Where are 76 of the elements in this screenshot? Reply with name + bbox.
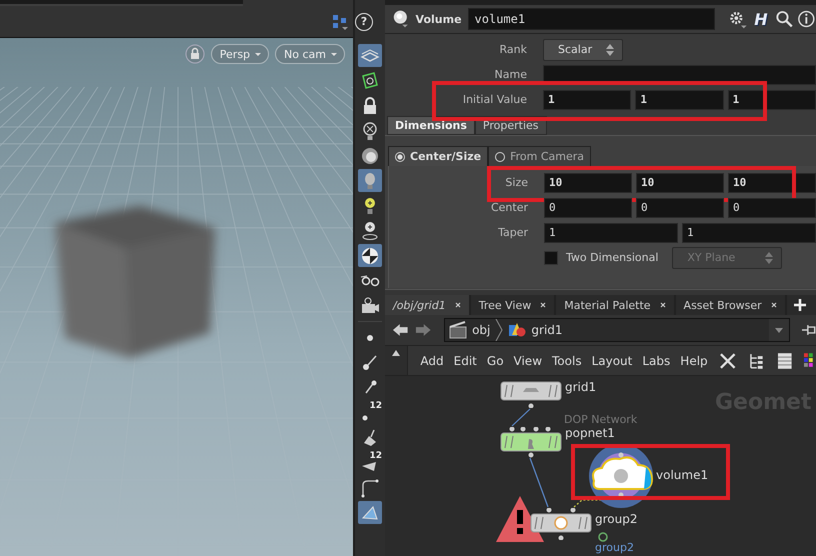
tools-icon[interactable]: [718, 350, 738, 370]
caret-icon: [254, 52, 262, 56]
number-label: 12: [369, 451, 382, 461]
node-name-label[interactable]: grid1: [565, 380, 596, 394]
menu-item[interactable]: View: [514, 354, 542, 368]
number-field[interactable]: 1: [543, 90, 632, 110]
close-icon[interactable]: [454, 302, 461, 308]
node-name-label[interactable]: group2: [595, 512, 638, 526]
breadcrumb-link[interactable]: obj: [472, 323, 490, 337]
menu-item[interactable]: Help: [680, 354, 708, 368]
menu-item[interactable]: Go: [486, 354, 504, 368]
close-icon[interactable]: [770, 302, 777, 308]
node-type-label: Volume: [416, 12, 462, 26]
tree-icon[interactable]: [749, 352, 765, 370]
number-field[interactable]: 10: [728, 172, 816, 192]
wire: [529, 457, 549, 508]
breadcrumb-link[interactable]: grid1: [531, 323, 563, 337]
menu-item[interactable]: Tools: [552, 354, 582, 368]
group-node[interactable]: [530, 508, 592, 540]
number-field[interactable]: 0: [728, 198, 816, 218]
dop-node[interactable]: [500, 427, 562, 459]
pane-tab[interactable]: /obj/grid1: [385, 295, 471, 315]
parameter-label: Initial Value: [462, 93, 528, 106]
parameter-label: Taper: [497, 226, 529, 239]
view-menu-button[interactable]: Persp: [210, 44, 270, 64]
number-field[interactable]: 1: [544, 222, 678, 242]
wire: [511, 408, 531, 427]
radio-tab[interactable]: From Camera: [488, 146, 592, 166]
menu-item[interactable]: Labs: [642, 354, 670, 368]
parameter-label: Size: [504, 176, 529, 189]
node-name-label[interactable]: volume1: [656, 468, 708, 482]
shaded-cube-icon[interactable]: [358, 244, 382, 267]
spinner-arrows-icon: [765, 252, 774, 264]
color-palette-icon[interactable]: [804, 352, 816, 370]
up-arrow-icon[interactable]: [392, 350, 400, 356]
number-field[interactable]: 1: [682, 222, 816, 242]
info-icon[interactable]: [797, 9, 816, 29]
close-icon[interactable]: [540, 302, 546, 308]
list-icon[interactable]: [776, 352, 792, 370]
dropdown-menu[interactable]: Scalar: [543, 38, 624, 60]
logo-menu-button[interactable]: H: [751, 10, 771, 28]
number-field[interactable]: 1: [635, 90, 724, 110]
radio-tab[interactable]: Center/Size: [388, 146, 488, 166]
number-field[interactable]: 0: [636, 198, 724, 218]
clapper-icon: [449, 321, 468, 339]
shapes-icon: [508, 321, 526, 339]
parameter-label: Rank: [498, 43, 528, 56]
close-icon[interactable]: [660, 302, 666, 308]
parameter-label: Name: [494, 68, 528, 81]
chevron-icon: [495, 319, 504, 341]
checkbox-label: Two Dimensional: [566, 251, 658, 264]
number-field[interactable]: 1: [728, 90, 816, 110]
number-label: 12: [369, 401, 382, 411]
menu-item[interactable]: Edit: [454, 354, 477, 368]
spinner-arrows-icon: [606, 44, 614, 56]
menu-item[interactable]: Add: [420, 354, 444, 368]
dropdown-button[interactable]: [769, 319, 790, 341]
path-field[interactable]: obj grid1: [444, 318, 790, 342]
number-field[interactable]: 10: [544, 172, 632, 192]
group-label: group2: [595, 541, 634, 554]
flag-icon: [598, 532, 608, 542]
checkbox[interactable]: [544, 250, 558, 264]
menu-item[interactable]: Layout: [592, 354, 632, 368]
node-name-field[interactable]: volume1: [468, 8, 715, 30]
node-type-label: DOP Network: [564, 413, 638, 426]
node-name-label[interactable]: popnet1: [565, 426, 615, 440]
pin-icon[interactable]: [802, 322, 816, 338]
caret-icon: [330, 52, 338, 56]
parameter-label: Center: [490, 201, 529, 214]
view-menu-button[interactable]: No cam: [275, 44, 345, 64]
network-icon[interactable]: [331, 12, 349, 30]
number-field[interactable]: 0: [544, 198, 632, 218]
caret-icon: [775, 328, 784, 332]
search-icon[interactable]: [774, 9, 794, 29]
number-field[interactable]: 10: [636, 172, 724, 192]
add-tab-icon[interactable]: [792, 298, 807, 312]
